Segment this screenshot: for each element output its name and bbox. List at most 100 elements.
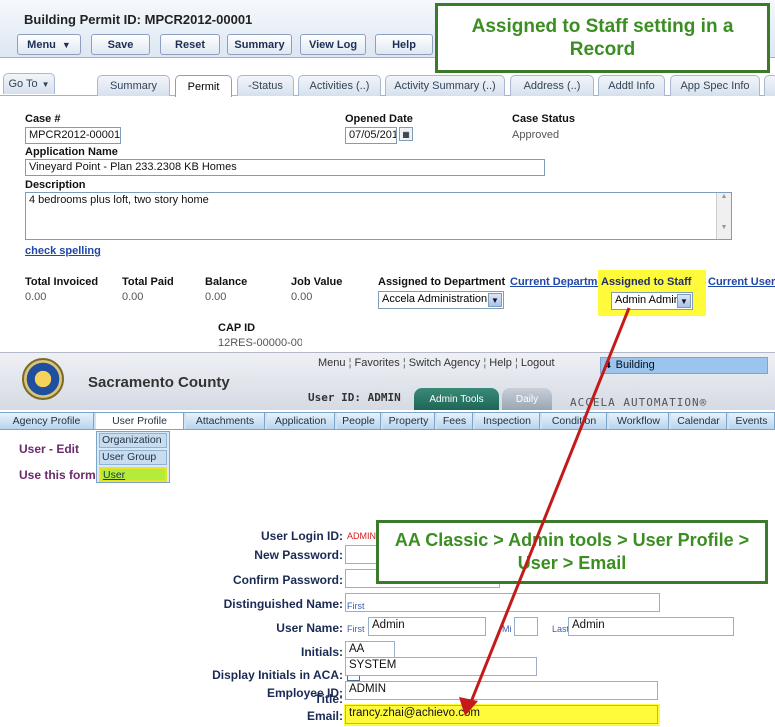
callout-user-profile-path: AA Classic > Admin tools > User Profile … xyxy=(376,520,768,584)
module-calendar[interactable]: Calendar xyxy=(671,413,727,429)
first-name-input[interactable]: Admin xyxy=(368,617,486,636)
header-links: Menu ¦ Favorites ¦ Switch Agency ¦ Help … xyxy=(318,357,555,369)
menu-link[interactable]: Menu xyxy=(318,357,346,369)
tab-daily[interactable]: Daily xyxy=(502,388,552,410)
employee-id-label: Employee ID: xyxy=(266,686,343,700)
job-value-label: Job Value xyxy=(291,276,343,288)
menu-item-organization[interactable]: Organization xyxy=(99,433,167,448)
user-profile-menu: Organization User Group User xyxy=(96,431,170,483)
user-id-label: User ID: ADMIN xyxy=(308,391,401,404)
callout-assigned-staff: Assigned to Staff setting in a Record xyxy=(435,3,770,73)
module-attachments[interactable]: Attachments xyxy=(186,413,265,429)
cap-id-value: 12RES-00000-00 xyxy=(218,337,302,349)
current-user-link[interactable]: Current User xyxy=(708,276,775,288)
module-workflow[interactable]: Workflow xyxy=(609,413,669,429)
case-number-field[interactable]: MPCR2012-00001 xyxy=(25,127,121,144)
total-paid-value: 0.00 xyxy=(122,291,144,303)
total-paid-label: Total Paid xyxy=(122,276,174,288)
tab-overflow[interactable] xyxy=(764,75,775,96)
assigned-department-value: Accela Administration xyxy=(382,293,488,305)
chevron-down-icon: ⬇ xyxy=(605,360,613,370)
module-agency-profile[interactable]: Agency Profile xyxy=(0,413,94,429)
logout-link[interactable]: Logout xyxy=(521,357,555,369)
job-value-value: 0.00 xyxy=(291,291,313,303)
view-log-button[interactable]: View Log xyxy=(300,34,366,55)
confirm-password-label: Confirm Password: xyxy=(232,573,343,587)
menu-label: Menu xyxy=(27,38,56,51)
module-condition[interactable]: Condition xyxy=(542,413,607,429)
module-select[interactable]: ⬇ Building xyxy=(600,357,768,374)
initials-label: Initials: xyxy=(300,645,343,659)
tab-activities[interactable]: Activities (..) xyxy=(298,75,381,96)
middle-initial-input[interactable] xyxy=(514,617,538,636)
help-button[interactable]: Help xyxy=(375,34,433,55)
tab-address[interactable]: Address (..) xyxy=(510,75,594,96)
brand-label: ACCELA AUTOMATION® xyxy=(570,396,708,409)
module-inspection[interactable]: Inspection xyxy=(475,413,540,429)
tab-permit[interactable]: Permit xyxy=(175,75,232,97)
distinguished-name-field[interactable] xyxy=(345,593,660,612)
save-button[interactable]: Save xyxy=(91,34,150,55)
menu-item-user[interactable]: User xyxy=(99,467,167,482)
opened-date-label: Opened Date xyxy=(345,113,413,125)
assigned-department-label: Assigned to Department xyxy=(378,276,506,288)
module-application[interactable]: Application xyxy=(267,413,335,429)
case-number-label: Case # xyxy=(25,113,61,125)
assigned-department-select[interactable]: Accela Administration ▼ xyxy=(378,291,504,309)
chevron-down-icon: ▼ xyxy=(41,79,50,89)
application-name-field[interactable]: Vineyard Point - Plan 233.2308 KB Homes xyxy=(25,159,545,176)
module-select-value: Building xyxy=(615,359,655,371)
user-login-id-label: User Login ID: xyxy=(260,529,343,543)
user-login-id-value: ADMIN xyxy=(347,531,376,541)
last-name-input[interactable]: Admin xyxy=(568,617,734,636)
last-tag: Last xyxy=(552,624,570,634)
goto-label: Go To xyxy=(8,78,38,90)
module-people[interactable]: People xyxy=(337,413,381,429)
county-seal-icon xyxy=(22,358,64,400)
assigned-staff-label: Assigned to Staff xyxy=(601,276,692,288)
help-link[interactable]: Help xyxy=(489,357,512,369)
module-user-profile[interactable]: User Profile xyxy=(96,413,184,429)
module-property[interactable]: Property xyxy=(383,413,435,429)
tab-activity-summary[interactable]: Activity Summary (..) xyxy=(385,75,505,96)
check-spelling-link[interactable]: check spelling xyxy=(25,245,101,257)
goto-menu[interactable]: Go To ▼ xyxy=(3,73,55,94)
module-events[interactable]: Events xyxy=(729,413,775,429)
chevron-down-icon: ▼ xyxy=(488,293,502,307)
menu-button[interactable]: Menu ▼ xyxy=(17,34,81,55)
first-name-tag: First xyxy=(347,601,365,611)
cap-id-label: CAP ID xyxy=(218,322,256,334)
assigned-staff-value: Admin Admin xyxy=(615,294,680,306)
assigned-staff-select[interactable]: Admin Admin ▼ xyxy=(611,292,693,310)
chevron-down-icon: ▼ xyxy=(677,294,691,308)
summary-button[interactable]: Summary xyxy=(227,34,292,55)
menu-item-user-group[interactable]: User Group xyxy=(99,450,167,465)
chevron-down-icon: ▼ xyxy=(61,39,71,50)
employee-id-field[interactable]: ADMIN xyxy=(345,681,658,700)
balance-label: Balance xyxy=(205,276,248,288)
tab-summary[interactable]: Summary xyxy=(97,75,170,96)
total-invoiced-value: 0.00 xyxy=(25,291,47,303)
tab-admin-tools[interactable]: Admin Tools xyxy=(414,388,499,410)
switch-agency-link[interactable]: Switch Agency xyxy=(409,357,481,369)
favorites-link[interactable]: Favorites xyxy=(355,357,400,369)
email-field[interactable]: trancy.zhai@achievo.com xyxy=(345,705,658,724)
module-fees[interactable]: Fees xyxy=(437,413,473,429)
description-scrollbar[interactable]: ▲ ▼ xyxy=(716,193,731,239)
new-password-label: New Password: xyxy=(254,548,343,562)
opened-date-field[interactable]: 07/05/201 xyxy=(345,127,397,144)
description-textarea[interactable]: 4 bedrooms plus loft, two story home xyxy=(25,192,732,240)
display-initials-label: Display Initials in ACA: xyxy=(212,668,343,682)
description-label-text: Description xyxy=(25,179,86,191)
tab-addtl-info[interactable]: Addtl Info xyxy=(598,75,665,96)
calendar-icon[interactable]: ▦ xyxy=(399,127,413,141)
county-name: Sacramento County xyxy=(88,374,230,391)
case-status-value: Approved xyxy=(512,129,560,141)
scroll-up-icon: ▲ xyxy=(720,193,728,200)
page-title: User - Edit xyxy=(19,442,80,456)
tab-app-spec-info[interactable]: App Spec Info xyxy=(670,75,760,96)
distinguished-name-label: Distinguished Name: xyxy=(223,597,343,611)
title-field[interactable]: SYSTEM xyxy=(345,657,537,676)
reset-button[interactable]: Reset xyxy=(160,34,220,55)
tab-status[interactable]: -Status xyxy=(237,75,294,96)
